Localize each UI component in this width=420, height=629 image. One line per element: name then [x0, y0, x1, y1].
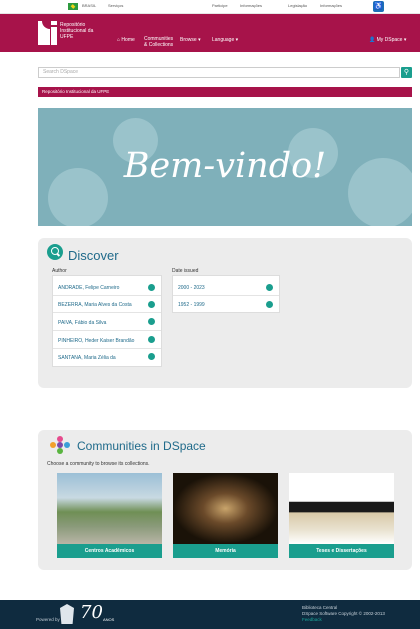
search-icon: [47, 244, 63, 260]
divider: [173, 295, 279, 296]
logo-r-mark[interactable]: [38, 21, 50, 45]
author-facet-item[interactable]: ANDRADE, Felipe Carneiro: [58, 285, 119, 291]
community-dot: [57, 448, 63, 454]
community-dot: [57, 442, 63, 448]
nav-language-label: Language: [212, 37, 235, 43]
facet-count-badge: [148, 336, 155, 343]
community-card-centros[interactable]: Centros Acadêmicos: [57, 473, 162, 558]
nav-communities[interactable]: Communities & Collections: [144, 36, 174, 48]
community-card-memoria[interactable]: Memória: [173, 473, 278, 558]
footer-info: Biblioteca Central DSpace Software Copyr…: [302, 605, 414, 623]
logo-text[interactable]: Repositório Institucional da UFPE: [60, 22, 100, 40]
logo-i-mark[interactable]: [51, 21, 57, 45]
hourglass-image[interactable]: [173, 473, 278, 544]
ufpe-crest-icon: [60, 604, 74, 624]
divider: [53, 312, 161, 313]
site-header: Repositório Institucional da UFPE ⌂ Home…: [0, 14, 420, 52]
communities-icon: [50, 436, 70, 454]
author-facet-item[interactable]: PAIVA, Fábio da Silva: [58, 320, 106, 326]
welcome-title: Bem-vindo!: [123, 146, 327, 186]
community-dot: [64, 442, 70, 448]
communities-subtitle: Choose a community to browse its collect…: [47, 461, 150, 467]
communities-title: Communities in DSpace: [77, 439, 206, 453]
facet-count-badge: [148, 284, 155, 291]
gov-top-bar: BRASIL Serviços Participe Informações Le…: [0, 0, 420, 14]
nav-user-menu[interactable]: 👤 My DSpace ▾: [369, 37, 406, 43]
gov-servicos-link[interactable]: Serviços: [108, 3, 123, 8]
divider: [53, 330, 161, 331]
divider: [53, 295, 161, 296]
anniversary-logo: 70: [80, 602, 103, 623]
search-icon: ⚲: [403, 69, 410, 76]
footer-powered-label: Powered by: [36, 617, 60, 622]
community-card-label[interactable]: Centros Acadêmicos: [57, 544, 162, 558]
breadcrumb[interactable]: Repositório Institucional da UFPE: [38, 87, 412, 97]
nav-language[interactable]: Language ▾: [212, 37, 238, 43]
gov-link-informacoes-2[interactable]: Informações: [320, 3, 342, 8]
anniversary-anos: ANOS: [103, 617, 115, 622]
facet-count-badge: [148, 353, 155, 360]
nav-browse-label: Browse: [180, 37, 197, 43]
gov-link-participe[interactable]: Participe: [212, 3, 228, 8]
author-facet-item[interactable]: SANTANA, Maria Zélia da: [58, 355, 116, 361]
date-facet-item[interactable]: 2000 - 2023: [178, 285, 205, 291]
nav-home[interactable]: ⌂ Home: [117, 37, 135, 43]
community-card-label[interactable]: Teses e Dissertações: [289, 544, 394, 558]
community-card-teses[interactable]: Teses e Dissertações: [289, 473, 394, 558]
date-facet-item[interactable]: 1952 - 1999: [178, 302, 205, 308]
author-facet-item[interactable]: BEZERRA, Maria Alves da Costa: [58, 302, 132, 308]
gov-brasil-link[interactable]: BRASIL: [82, 3, 96, 8]
feedback-link[interactable]: Feedback: [302, 617, 414, 623]
gov-link-legislacao[interactable]: Legislação: [288, 3, 307, 8]
nav-browse[interactable]: Browse ▾: [180, 37, 201, 43]
facet-count-badge: [266, 284, 273, 291]
accessibility-icon[interactable]: ♿: [373, 1, 384, 12]
gov-link-informacoes[interactable]: Informações: [240, 3, 262, 8]
divider: [53, 348, 161, 349]
facet-count-badge: [266, 301, 273, 308]
facet-count-badge: [148, 301, 155, 308]
graduation-cap-image[interactable]: [289, 473, 394, 544]
author-facet-label: Author: [52, 268, 67, 274]
community-dot: [50, 442, 56, 448]
search-button[interactable]: ⚲: [401, 67, 412, 78]
community-image[interactable]: [57, 473, 162, 544]
community-card-label[interactable]: Memória: [173, 544, 278, 558]
nav-home-label: Home: [121, 37, 135, 43]
brazil-flag-icon[interactable]: [68, 3, 78, 10]
author-facet-item[interactable]: PINHEIRO, Heder Kaiser Brandão: [58, 338, 134, 344]
nav-user-label: My DSpace: [376, 37, 403, 43]
facet-count-badge: [148, 318, 155, 325]
discover-title: Discover: [68, 248, 119, 263]
search-input[interactable]: Search DSpace: [38, 67, 400, 78]
welcome-banner: Bem-vindo!: [38, 108, 412, 226]
date-facet-label: Date issued: [172, 268, 199, 274]
